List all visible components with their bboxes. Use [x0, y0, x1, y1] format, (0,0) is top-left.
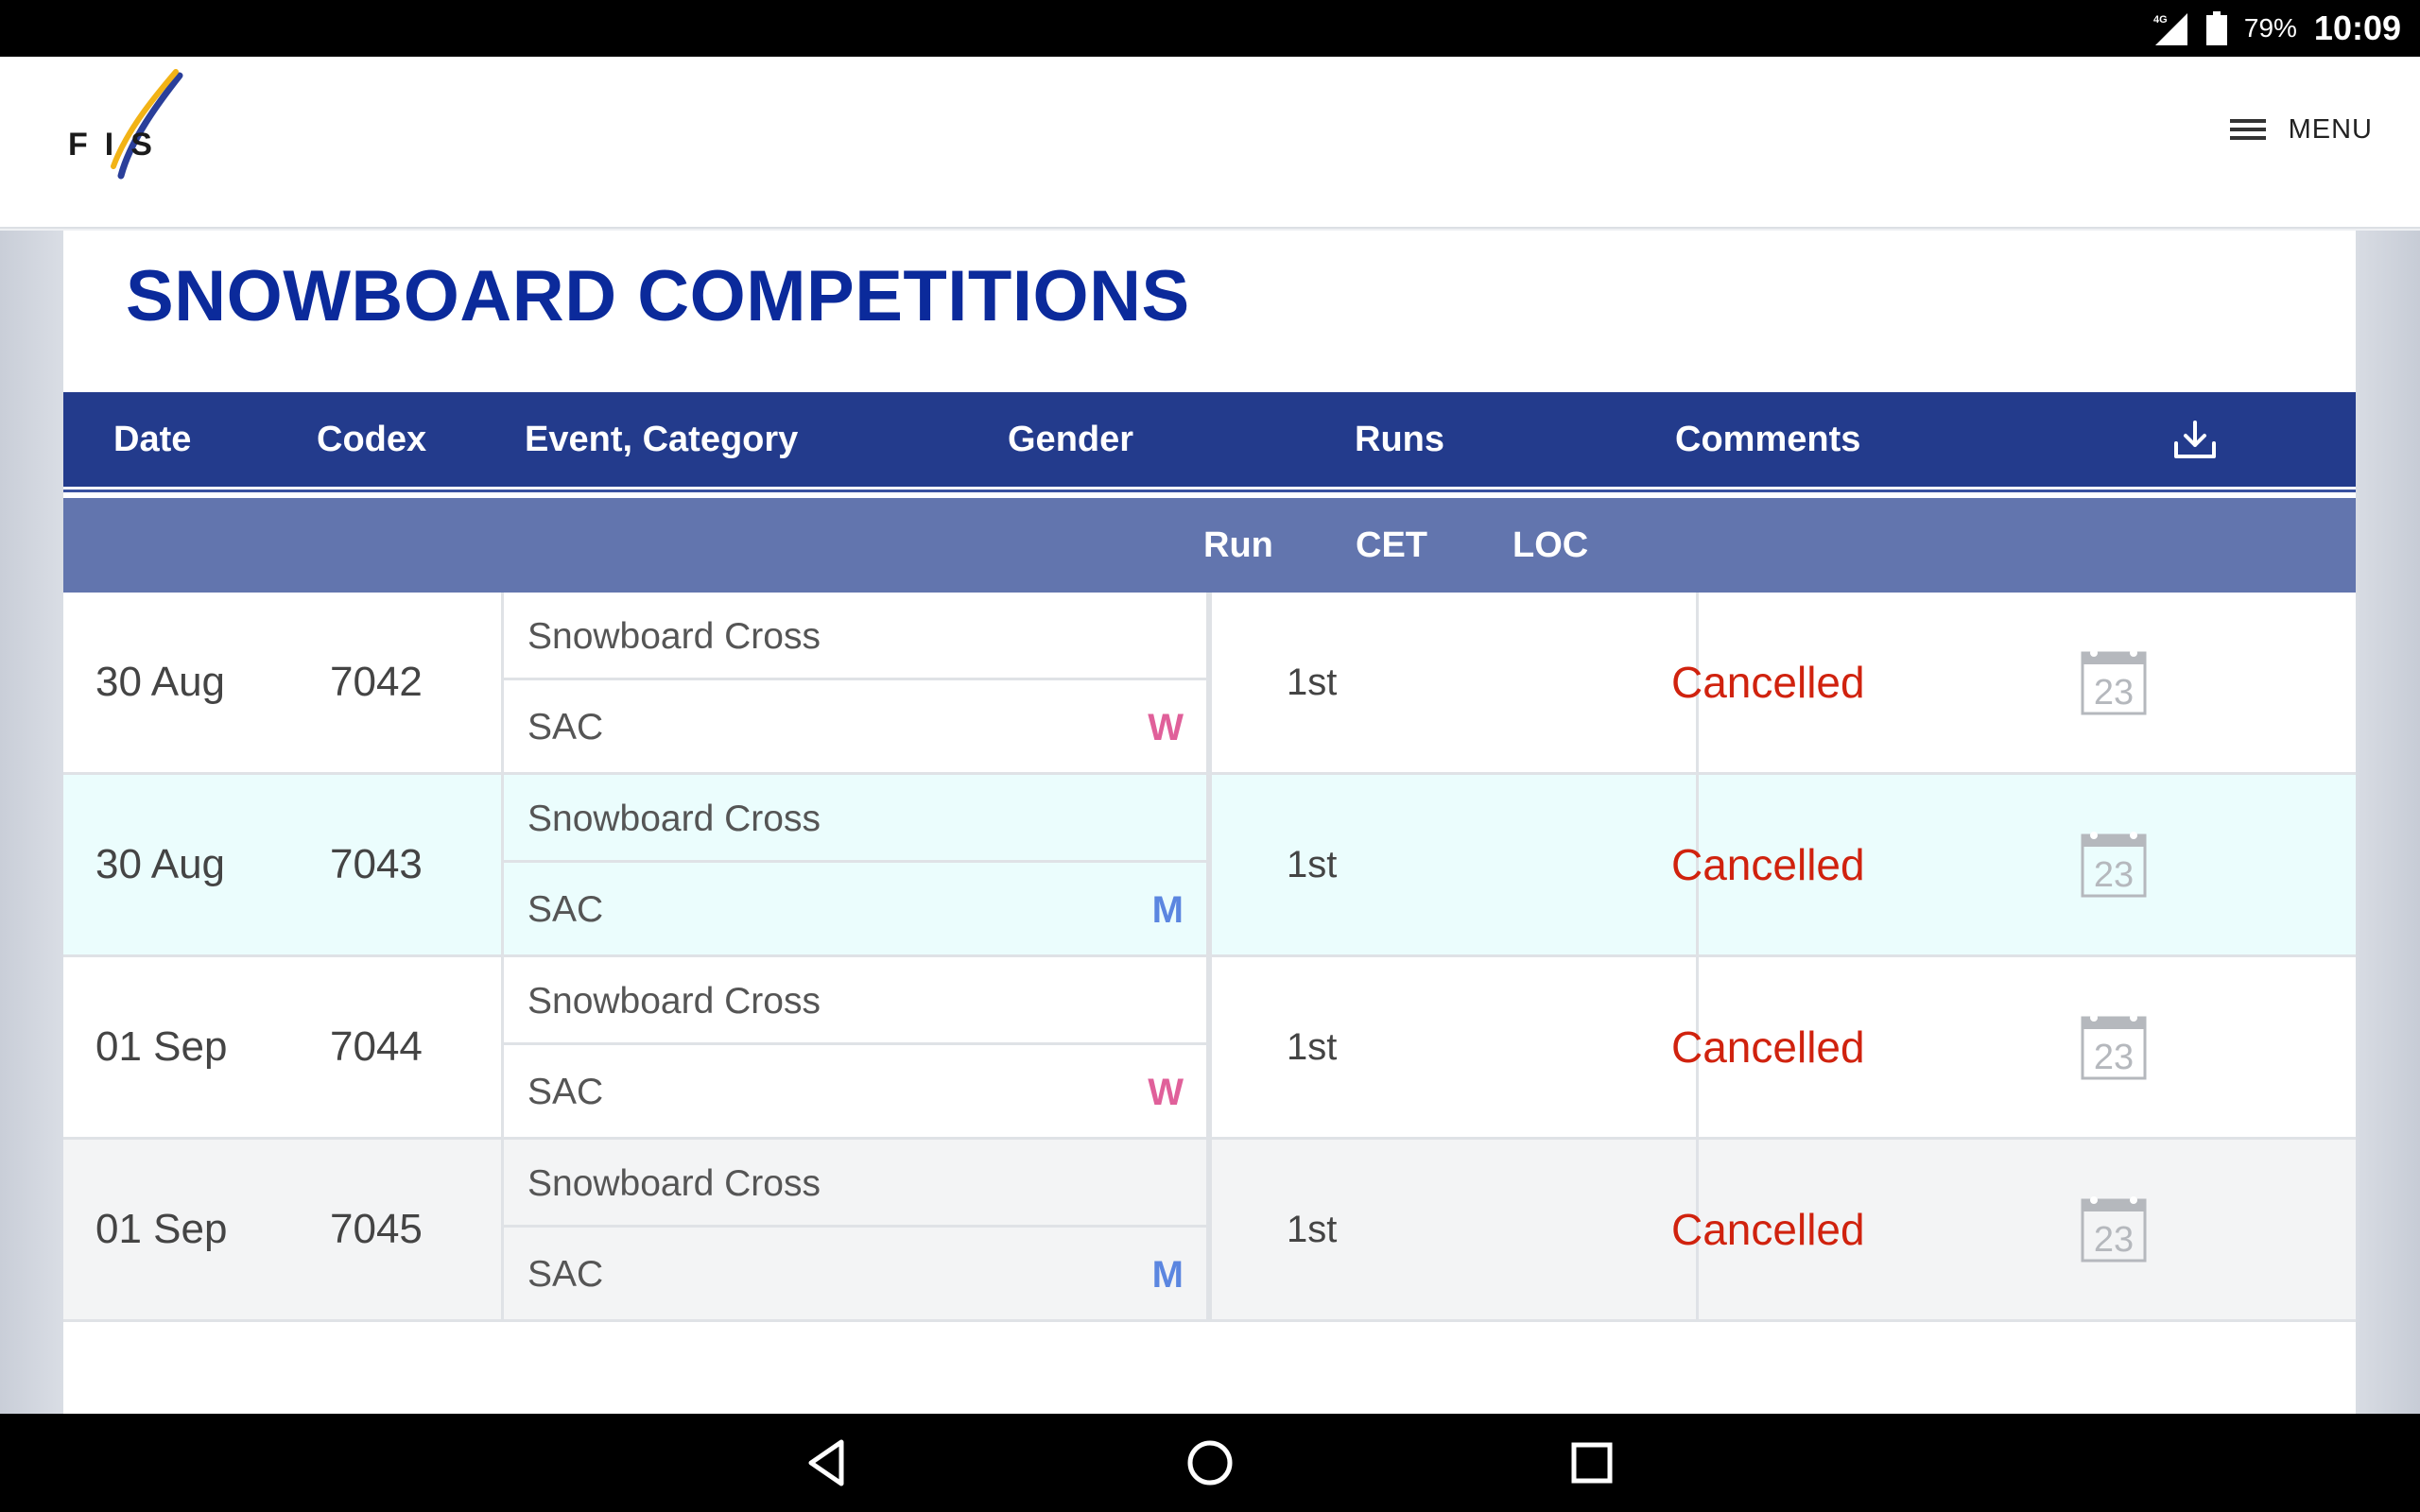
event-category: SAC W: [504, 683, 1206, 772]
status-cancelled: Cancelled: [1671, 1022, 1865, 1072]
status-cancelled: Cancelled: [1671, 658, 1865, 707]
row-codex[interactable]: 7045: [330, 1140, 423, 1319]
gender-badge: M: [1151, 1254, 1184, 1296]
calendar-icon[interactable]: 23: [2081, 647, 2147, 715]
header-event[interactable]: Event, Category: [525, 392, 798, 487]
runs-cell: 1st: [1212, 593, 1699, 772]
header-date[interactable]: Date: [113, 392, 191, 487]
row-date: 30 Aug: [95, 659, 226, 705]
home-icon[interactable]: [1182, 1435, 1238, 1491]
run-label: 1st: [1287, 662, 1338, 703]
navigation-bar: [0, 1414, 2420, 1512]
run-label: 1st: [1287, 844, 1338, 885]
gender-badge: W: [1148, 707, 1184, 748]
calendar-day: 23: [2094, 673, 2134, 713]
subheader-loc: LOC: [1512, 525, 1589, 565]
event-cell[interactable]: Snowboard Cross SAC M: [501, 775, 1212, 954]
subheader-run: Run: [1203, 525, 1273, 565]
battery-icon: [2205, 11, 2227, 45]
calendar-icon[interactable]: 23: [2081, 1012, 2147, 1080]
run-label: 1st: [1287, 1026, 1338, 1068]
hamburger-icon: [2229, 115, 2268, 144]
download-icon[interactable]: [2171, 419, 2219, 462]
row-date: 01 Sep: [95, 1206, 228, 1252]
table-subheader: Run CET LOC: [63, 498, 2356, 593]
runs-cell: 1st: [1212, 957, 1699, 1137]
event-cell[interactable]: Snowboard Cross SAC W: [501, 593, 1212, 772]
row-date: 01 Sep: [95, 1023, 228, 1070]
calendar-day: 23: [2094, 1038, 2134, 1077]
menu-button[interactable]: MENU: [2229, 106, 2373, 153]
row-codex[interactable]: 7042: [330, 593, 423, 772]
category-label: SAC: [527, 1072, 604, 1112]
gender-badge: W: [1148, 1072, 1184, 1113]
row-codex[interactable]: 7043: [330, 775, 423, 954]
category-label: SAC: [527, 889, 604, 930]
event-name: Snowboard Cross: [504, 957, 1206, 1045]
event-category: SAC M: [504, 866, 1206, 954]
table-row[interactable]: 30 Aug 7043 Snowboard Cross SAC M 1st Ca…: [63, 775, 2356, 957]
row-date: 30 Aug: [95, 841, 226, 887]
table-row[interactable]: 01 Sep 7044 Snowboard Cross SAC W 1st Ca…: [63, 957, 2356, 1140]
header-codex[interactable]: Codex: [317, 392, 426, 487]
header-comments: Comments: [1675, 420, 1861, 459]
event-name: Snowboard Cross: [504, 1140, 1206, 1228]
fis-logo[interactable]: FIS: [64, 64, 187, 187]
header-runs: Runs: [1355, 420, 1444, 459]
clock: 10:09: [2313, 9, 2401, 47]
header-gender[interactable]: Gender: [1008, 392, 1133, 487]
site-header: FIS MENU: [0, 57, 2420, 229]
status-cancelled: Cancelled: [1671, 1205, 1865, 1254]
event-cell[interactable]: Snowboard Cross SAC W: [501, 957, 1212, 1137]
table-row[interactable]: 30 Aug 7042 Snowboard Cross SAC W 1st Ca…: [63, 593, 2356, 775]
recents-icon[interactable]: [1564, 1435, 1620, 1491]
category-label: SAC: [527, 1254, 604, 1295]
event-category: SAC W: [504, 1048, 1206, 1137]
back-icon[interactable]: [800, 1435, 856, 1491]
page-title: SNOWBOARD COMPETITIONS: [126, 256, 1190, 336]
event-cell[interactable]: Snowboard Cross SAC M: [501, 1140, 1212, 1319]
competitions-card: SNOWBOARD COMPETITIONS Date Codex Event,…: [63, 231, 2356, 1414]
menu-label: MENU: [2288, 113, 2373, 145]
status-cancelled: Cancelled: [1671, 840, 1865, 889]
status-bar: 4G 79% 10:09: [0, 0, 2420, 57]
category-label: SAC: [527, 707, 604, 747]
event-name: Snowboard Cross: [504, 775, 1206, 863]
calendar-day: 23: [2094, 855, 2134, 895]
battery-percent: 79%: [2243, 13, 2297, 43]
competition-rows: 30 Aug 7042 Snowboard Cross SAC W 1st Ca…: [63, 593, 2356, 1322]
row-codex[interactable]: 7044: [330, 957, 423, 1137]
runs-cell: 1st: [1212, 1140, 1699, 1319]
runs-cell: 1st: [1212, 775, 1699, 954]
run-label: 1st: [1287, 1209, 1338, 1250]
network-label: 4G: [2153, 14, 2168, 26]
header-divider: [63, 487, 2356, 498]
signal-icon: 4G: [2152, 9, 2189, 47]
calendar-icon[interactable]: 23: [2081, 830, 2147, 898]
gender-badge: M: [1151, 889, 1184, 931]
subheader-cet: CET: [1356, 525, 1427, 565]
event-category: SAC M: [504, 1230, 1206, 1319]
table-header: Date Codex Event, Category Gender Runs C…: [63, 392, 2356, 487]
calendar-icon[interactable]: 23: [2081, 1194, 2147, 1263]
table-row[interactable]: 01 Sep 7045 Snowboard Cross SAC M 1st Ca…: [63, 1140, 2356, 1322]
logo-text: FIS: [68, 127, 169, 163]
calendar-day: 23: [2094, 1220, 2134, 1260]
event-name: Snowboard Cross: [504, 593, 1206, 680]
